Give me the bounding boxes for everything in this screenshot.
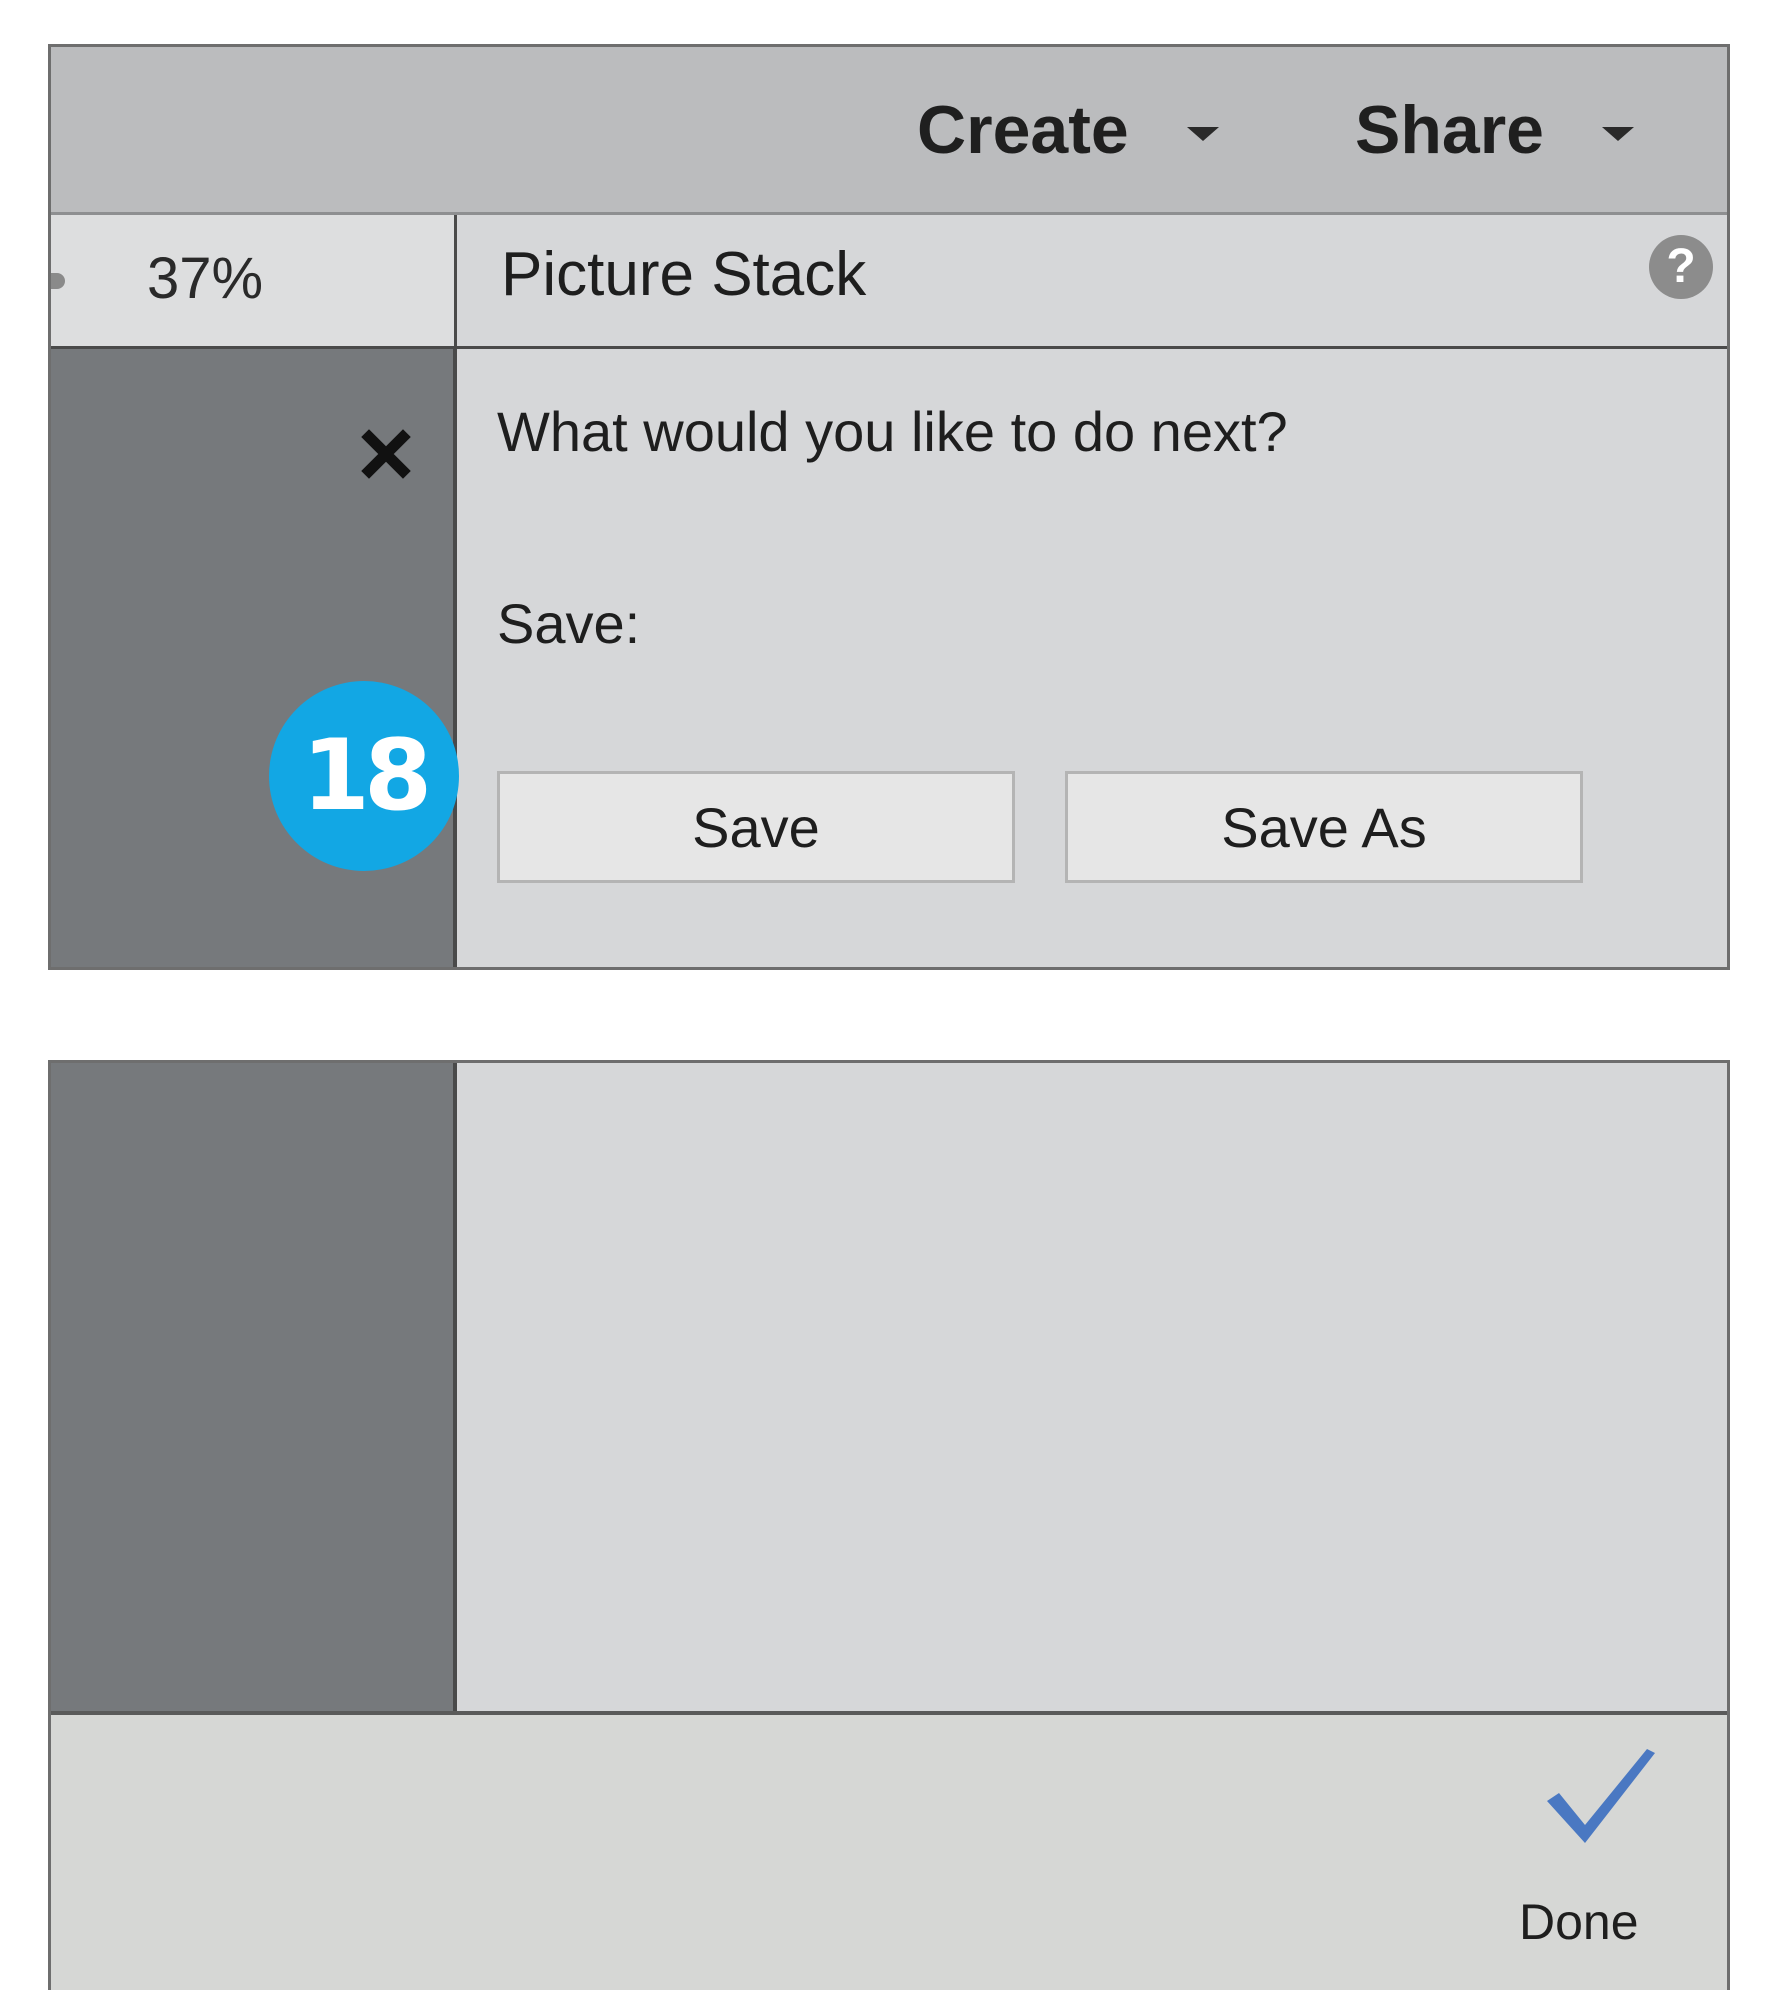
share-menu[interactable]: Share: [1355, 85, 1634, 175]
chevron-down-icon: [1602, 127, 1634, 141]
help-icon[interactable]: ?: [1649, 235, 1713, 299]
save-button[interactable]: Save: [497, 771, 1015, 883]
close-icon[interactable]: [361, 429, 411, 479]
zoom-bar: 37%: [51, 215, 457, 349]
panel-title: Picture Stack: [501, 240, 867, 309]
create-menu-label: Create: [917, 92, 1129, 168]
checkmark-icon[interactable]: [1541, 1745, 1661, 1855]
create-menu[interactable]: Create: [917, 85, 1219, 175]
footer-bar: Done: [51, 1711, 1727, 1990]
panel-content: What would you like to do next? Save: Sa…: [457, 349, 1727, 967]
panel-content: 19: [457, 1063, 1727, 1711]
editor-panel-top: Create Share 37% Picture Stack ? What wo…: [48, 44, 1730, 970]
done-button-label[interactable]: Done: [1519, 1893, 1639, 1951]
top-menu-bar: Create Share: [51, 47, 1727, 215]
editor-panel-bottom: 19 Done: [48, 1060, 1730, 1990]
step-badge-18: 18: [269, 681, 459, 871]
canvas-area: [51, 349, 457, 967]
panel-header: Picture Stack ?: [457, 215, 1727, 349]
share-menu-label: Share: [1355, 92, 1544, 168]
canvas-area: [51, 1063, 457, 1711]
save-as-button[interactable]: Save As: [1065, 771, 1583, 883]
zoom-value: 37%: [147, 246, 264, 311]
chevron-down-icon: [1186, 127, 1219, 141]
zoom-slider-handle[interactable]: [51, 273, 65, 289]
save-section-label: Save:: [497, 592, 641, 655]
next-step-prompt: What would you like to do next?: [497, 400, 1288, 463]
